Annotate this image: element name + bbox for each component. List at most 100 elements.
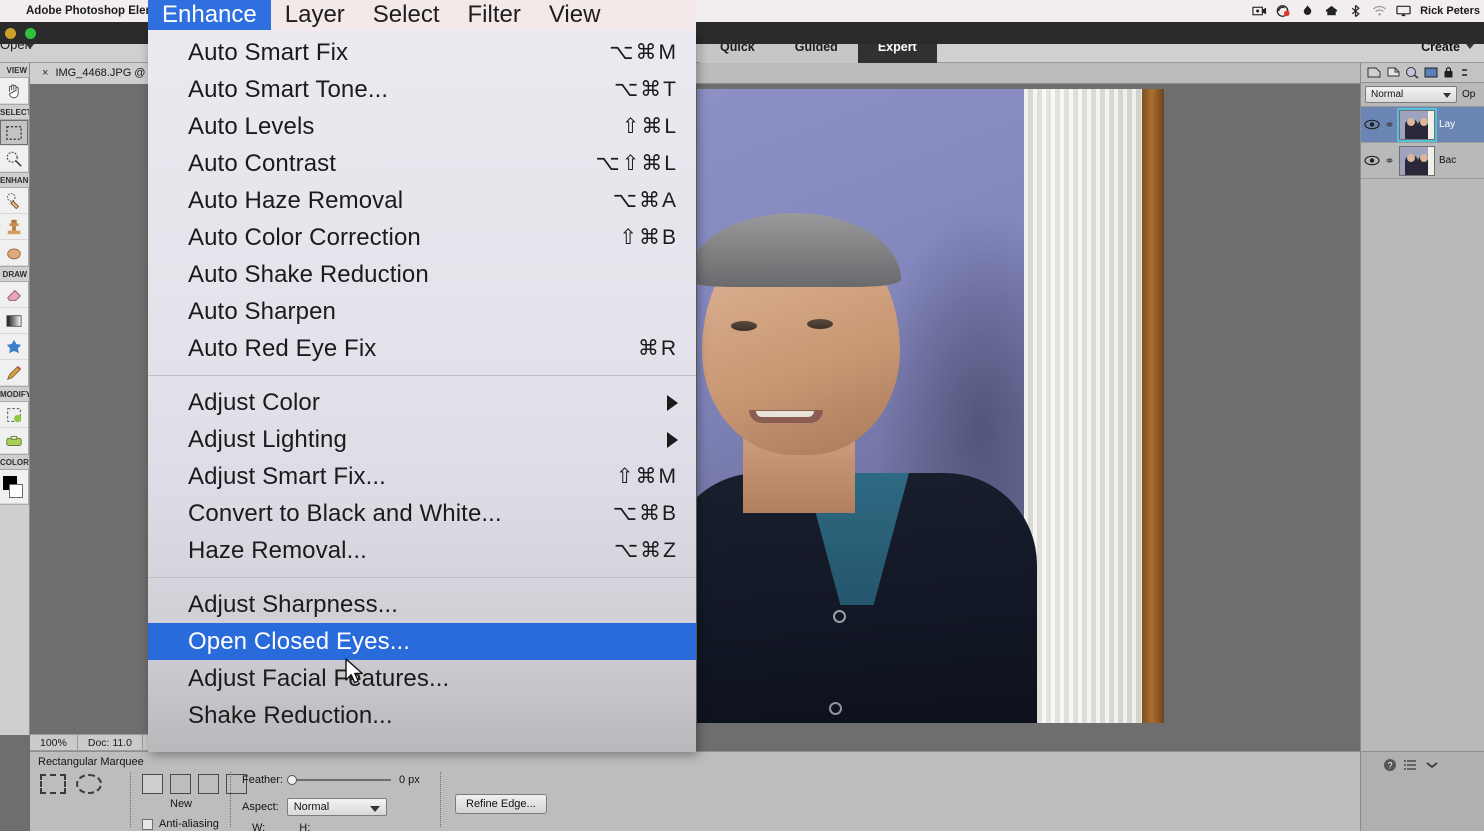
link-layers-icon[interactable]: ⚭ [1384,118,1395,132]
layer-row[interactable]: ⚭ Lay [1361,107,1484,143]
menu-item-label: Haze Removal... [188,536,367,564]
rectangular-marquee-tool-icon[interactable] [0,120,28,146]
menu-item-auto-haze-removal[interactable]: Auto Haze Removal ⌥⌘A [148,182,696,219]
tool-group-color [0,469,29,505]
eye-icon[interactable] [1364,155,1380,166]
layer-mask-icon[interactable] [1405,66,1419,79]
hand-tool-icon[interactable] [0,78,28,104]
pencil-tool-icon[interactable] [0,360,28,386]
layer-thumbnail-icon[interactable] [1424,66,1438,79]
elliptical-marquee-icon[interactable] [76,774,102,794]
menu-item-auto-sharpen[interactable]: Auto Sharpen [148,293,696,330]
blend-mode-select[interactable]: Normal [1365,86,1457,103]
menu-item-auto-smart-tone[interactable]: Auto Smart Tone... ⌥⌘T [148,71,696,108]
gradient-tool-icon[interactable] [0,308,28,334]
subtract-from-selection-icon[interactable] [198,774,219,794]
new-layer-icon[interactable] [1367,66,1381,79]
menu-item-auto-shake-reduction[interactable]: Auto Shake Reduction [148,256,696,293]
feather-slider-knob[interactable] [286,775,297,785]
window-zoom-button[interactable] [25,28,36,39]
macos-username[interactable]: Rick Peters [1420,5,1480,17]
photo-image[interactable] [697,89,1164,723]
wifi-icon[interactable] [1372,4,1387,18]
antialias-row[interactable]: Anti-aliasing [142,818,219,830]
opacity-label: Op [1462,89,1476,100]
chevron-down-icon[interactable] [1425,760,1439,770]
svg-text:?: ? [1387,761,1392,771]
menu-item-auto-contrast[interactable]: Auto Contrast ⌥⇧⌘L [148,145,696,182]
custom-shape-tool-icon[interactable] [0,334,28,360]
background-color-swatch[interactable] [9,483,23,498]
menu-select[interactable]: Select [359,0,454,30]
close-icon[interactable]: × [42,67,48,79]
dropbox-icon[interactable] [1324,4,1339,18]
foreground-background-swatch[interactable] [0,470,28,504]
menu-item-shake-reduction[interactable]: Shake Reduction... [148,697,696,734]
screen-record-icon[interactable] [1252,4,1267,18]
menu-item-auto-levels[interactable]: Auto Levels ⇧⌘L [148,108,696,145]
menu-item-adjust-color[interactable]: Adjust Color [148,384,696,421]
menu-item-label: Shake Reduction... [188,701,393,729]
rectangular-marquee-icon[interactable] [40,774,66,794]
content-aware-move-tool-icon[interactable] [0,428,28,454]
flame-icon[interactable] [1300,4,1315,18]
adjustment-layer-icon[interactable] [1386,66,1400,79]
menu-item-auto-red-eye-fix[interactable]: Auto Red Eye Fix ⌘R [148,330,696,367]
record-dot-icon[interactable] [1276,4,1291,18]
menu-item-label: Auto Red Eye Fix [188,334,377,362]
photo-curtain [1024,89,1142,723]
clone-stamp-tool-icon[interactable] [0,214,28,240]
antialias-checkbox[interactable] [142,818,153,830]
menu-item-convert-to-black-and-white[interactable]: Convert to Black and White... ⌥⌘B [148,495,696,532]
menu-item-label: Auto Shake Reduction [188,260,429,288]
recompose-tool-icon[interactable] [0,402,28,428]
spot-healing-brush-tool-icon[interactable] [0,188,28,214]
feather-slider[interactable] [286,775,391,785]
quick-selection-tool-icon[interactable] [0,146,28,172]
menu-item-auto-smart-fix[interactable]: Auto Smart Fix ⌥⌘M [148,34,696,71]
tool-section-enhance: ENHANCE [0,176,29,185]
panel-menu-icon[interactable] [1404,759,1418,771]
menu-item-adjust-sharpness[interactable]: Adjust Sharpness... [148,586,696,623]
feather-value: 0 px [398,774,420,786]
link-layers-icon[interactable]: ⚭ [1384,154,1395,168]
document-size[interactable]: Doc: 11.0 [78,734,144,751]
thumb-face-left [1407,117,1415,126]
menu-item-adjust-smart-fix[interactable]: Adjust Smart Fix... ⇧⌘M [148,458,696,495]
photo-subject-eye-right [807,319,833,329]
refine-edge-label: Refine Edge... [455,794,547,814]
menu-item-haze-removal[interactable]: Haze Removal... ⌥⌘Z [148,532,696,569]
airplay-icon[interactable] [1396,4,1411,18]
eraser-tool-icon[interactable] [0,282,28,308]
layer-thumbnail[interactable] [1399,145,1435,176]
antialias-label: Anti-aliasing [159,818,219,830]
enhance-dropdown-menu: Auto Smart Fix ⌥⌘M Auto Smart Tone... ⌥⌘… [148,30,696,752]
eye-icon[interactable] [1364,119,1380,130]
menu-view[interactable]: View [535,0,615,30]
marquee-shape-group [40,774,102,794]
refine-edge-button[interactable]: Refine Edge... [455,794,547,814]
window-minimize-button[interactable] [5,28,16,39]
tool-options-bar: Rectangular Marquee New Anti-aliasing Fe… [30,751,1360,831]
blur-tool-icon[interactable] [0,240,28,266]
add-to-selection-icon[interactable] [170,774,191,794]
menu-item-adjust-lighting[interactable]: Adjust Lighting [148,421,696,458]
new-selection-icon[interactable] [142,774,163,794]
layer-thumbnail[interactable] [1397,107,1437,142]
chevron-down-icon[interactable] [26,44,34,49]
zoom-level[interactable]: 100% [30,734,78,751]
macos-status-items: Rick Peters [1252,0,1480,22]
lock-icon[interactable] [1443,66,1454,79]
menu-item-open-closed-eyes[interactable]: Open Closed Eyes... [148,623,696,660]
menu-item-adjust-facial-features[interactable]: Adjust Facial Features... [148,660,696,697]
link-layers-icon[interactable] [1459,66,1470,79]
menu-enhance[interactable]: Enhance [148,0,271,30]
help-icon[interactable]: ? [1383,758,1397,772]
menu-filter[interactable]: Filter [454,0,535,30]
aspect-select[interactable]: Normal [286,798,387,816]
menu-layer[interactable]: Layer [271,0,359,30]
menu-item-auto-color-correction[interactable]: Auto Color Correction ⇧⌘B [148,219,696,256]
bluetooth-icon[interactable] [1348,4,1363,18]
size-row: W: H: [252,822,310,831]
layer-row[interactable]: ⚭ Bac [1361,143,1484,179]
